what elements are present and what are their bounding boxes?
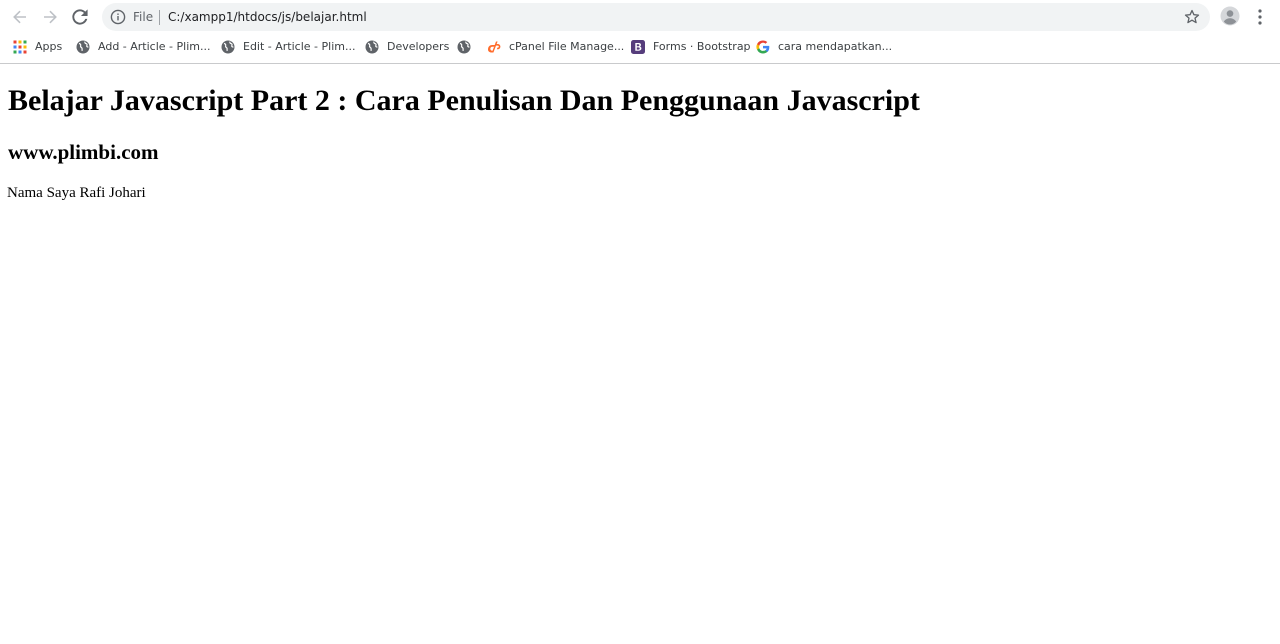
url-text[interactable]: C:/xampp1/htdocs/js/belajar.html <box>168 9 367 25</box>
bookmark-google-search[interactable]: cara mendapatkan... <box>756 34 892 59</box>
star-outline-icon[interactable] <box>1184 9 1200 25</box>
bookmark-label: cPanel File Manage... <box>509 40 625 53</box>
bookmark-edit-article[interactable]: Edit - Article - Plim... <box>221 34 355 59</box>
bookmark-developers[interactable]: Developers <box>365 34 449 59</box>
globe-icon <box>76 40 90 53</box>
bookmark-untitled[interactable] <box>457 34 479 59</box>
google-icon <box>756 39 770 54</box>
page-heading: Belajar Javascript Part 2 : Cara Penulis… <box>8 84 920 117</box>
omnibox-divider <box>159 10 160 25</box>
bookmarks-bar: Apps Add - Article - Plim... Edit - Arti… <box>0 34 1280 64</box>
globe-icon <box>365 40 379 53</box>
browser-window: File C:/xampp1/htdocs/js/belajar.html Ap… <box>0 0 1280 644</box>
bookmark-label: Apps <box>35 40 63 53</box>
bookmark-label: Developers <box>387 40 450 53</box>
bootstrap-icon <box>631 39 645 54</box>
browser-toolbar: File C:/xampp1/htdocs/js/belajar.html <box>0 0 1280 34</box>
page-paragraph: Nama Saya Rafi Johari <box>7 185 146 201</box>
kebab-menu-icon[interactable] <box>1254 8 1266 26</box>
back-button[interactable] <box>8 5 32 29</box>
globe-icon <box>457 40 471 53</box>
bookmark-label: Add - Article - Plim... <box>98 40 211 53</box>
address-bar[interactable]: File C:/xampp1/htdocs/js/belajar.html <box>102 3 1210 31</box>
bookmark-label: Edit - Article - Plim... <box>243 40 356 53</box>
apps-grid-icon <box>13 40 27 53</box>
bookmark-label: cara mendapatkan... <box>778 40 893 53</box>
page-content: Belajar Javascript Part 2 : Cara Penulis… <box>0 64 1280 644</box>
account-circle-icon[interactable] <box>1220 6 1240 26</box>
bookmark-cpanel[interactable]: cPanel File Manage... <box>487 34 624 59</box>
reload-button[interactable] <box>68 5 92 29</box>
forward-button[interactable] <box>38 5 62 29</box>
bookmark-add-article[interactable]: Add - Article - Plim... <box>76 34 210 59</box>
arrow-right-icon <box>44 10 57 24</box>
arrow-left-icon <box>13 10 26 24</box>
info-icon[interactable] <box>110 9 126 25</box>
cpanel-icon <box>488 41 501 52</box>
bookmark-bootstrap[interactable]: Forms · Bootstrap <box>631 34 751 59</box>
reload-icon <box>72 9 88 25</box>
page-subheading: www.plimbi.com <box>8 140 159 164</box>
bookmark-apps[interactable]: Apps <box>13 34 62 59</box>
bookmark-label: Forms · Bootstrap <box>653 40 751 53</box>
scheme-label: File <box>133 10 154 24</box>
globe-icon <box>221 40 235 53</box>
